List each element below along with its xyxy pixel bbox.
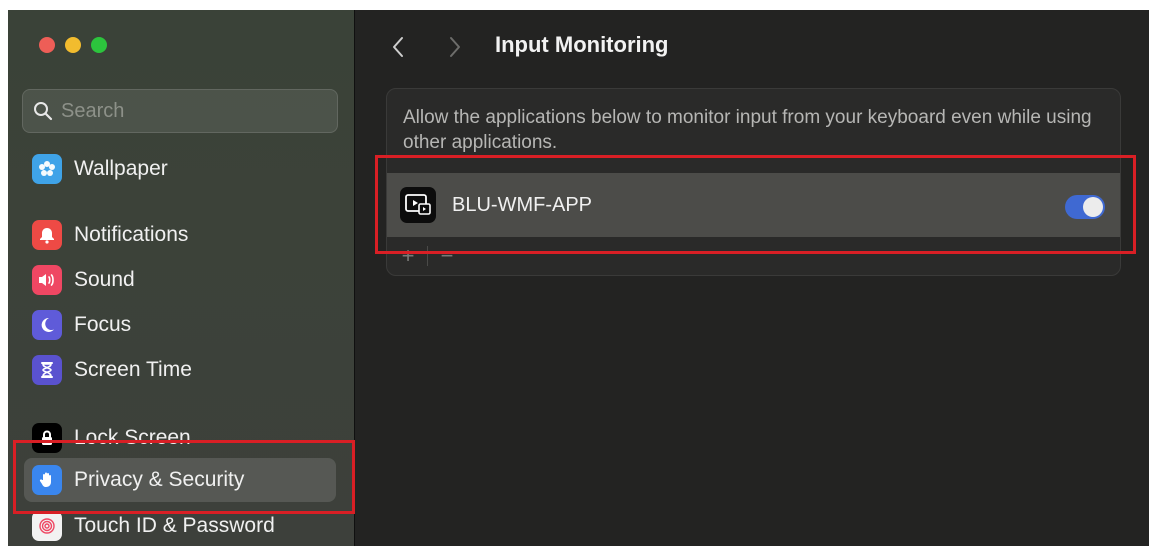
search-input[interactable] bbox=[61, 99, 321, 123]
app-name: BLU-WMF-APP bbox=[452, 193, 592, 216]
close-window-button[interactable] bbox=[39, 37, 55, 53]
lock-screen-icon bbox=[32, 423, 62, 453]
actions-divider bbox=[427, 246, 428, 266]
privacy-hand-icon bbox=[32, 465, 62, 495]
sidebar-item-touch-id[interactable]: Touch ID & Password bbox=[32, 506, 336, 546]
sidebar-item-label: Wallpaper bbox=[74, 157, 168, 180]
sidebar-item-screen-time[interactable]: Screen Time bbox=[32, 350, 336, 390]
screen-time-icon bbox=[32, 355, 62, 385]
search-icon bbox=[34, 102, 53, 121]
panel-description: Allow the applications below to monitor … bbox=[403, 107, 1092, 153]
chevron-right-icon bbox=[450, 37, 460, 57]
sidebar-item-label: Lock Screen bbox=[74, 426, 191, 449]
wallpaper-icon bbox=[32, 154, 62, 184]
notifications-icon bbox=[32, 220, 62, 250]
sidebar-item-label: Sound bbox=[74, 268, 135, 291]
sidebar: Wallpaper Notifications Sound bbox=[8, 10, 354, 546]
sidebar-item-label: Focus bbox=[74, 313, 132, 336]
window-controls bbox=[39, 37, 107, 53]
list-actions: + − bbox=[387, 237, 1120, 275]
page-title: Input Monitoring bbox=[495, 32, 669, 57]
remove-app-button[interactable]: − bbox=[436, 243, 458, 269]
sidebar-item-label: Screen Time bbox=[74, 358, 192, 381]
sidebar-item-label: Privacy & Security bbox=[74, 468, 245, 491]
touch-id-icon bbox=[32, 511, 62, 541]
add-app-button[interactable]: + bbox=[397, 243, 419, 269]
settings-window: Wallpaper Notifications Sound bbox=[8, 10, 1149, 546]
back-button[interactable] bbox=[383, 32, 413, 62]
app-list-item[interactable]: BLU-WMF-APP bbox=[387, 173, 1120, 237]
sidebar-item-wallpaper[interactable]: Wallpaper bbox=[32, 149, 336, 189]
sidebar-item-label: Notifications bbox=[74, 223, 189, 246]
sidebar-item-privacy-security[interactable]: Privacy & Security bbox=[24, 458, 336, 502]
search-field[interactable] bbox=[22, 89, 338, 133]
sound-icon bbox=[32, 265, 62, 295]
sidebar-divider bbox=[354, 10, 355, 546]
forward-button[interactable] bbox=[440, 32, 470, 62]
app-permission-toggle[interactable] bbox=[1065, 195, 1105, 219]
input-monitoring-panel: Allow the applications below to monitor … bbox=[386, 88, 1121, 276]
app-window-icon bbox=[400, 187, 436, 223]
focus-icon bbox=[32, 310, 62, 340]
sidebar-item-lock-screen[interactable]: Lock Screen bbox=[32, 418, 336, 458]
sidebar-item-sound[interactable]: Sound bbox=[32, 260, 336, 300]
zoom-window-button[interactable] bbox=[91, 37, 107, 53]
sidebar-item-notifications[interactable]: Notifications bbox=[32, 215, 336, 255]
sidebar-item-label: Touch ID & Password bbox=[74, 514, 275, 537]
toggle-knob bbox=[1083, 197, 1103, 217]
sidebar-item-focus[interactable]: Focus bbox=[32, 305, 336, 345]
chevron-left-icon bbox=[393, 37, 403, 57]
minimize-window-button[interactable] bbox=[65, 37, 81, 53]
